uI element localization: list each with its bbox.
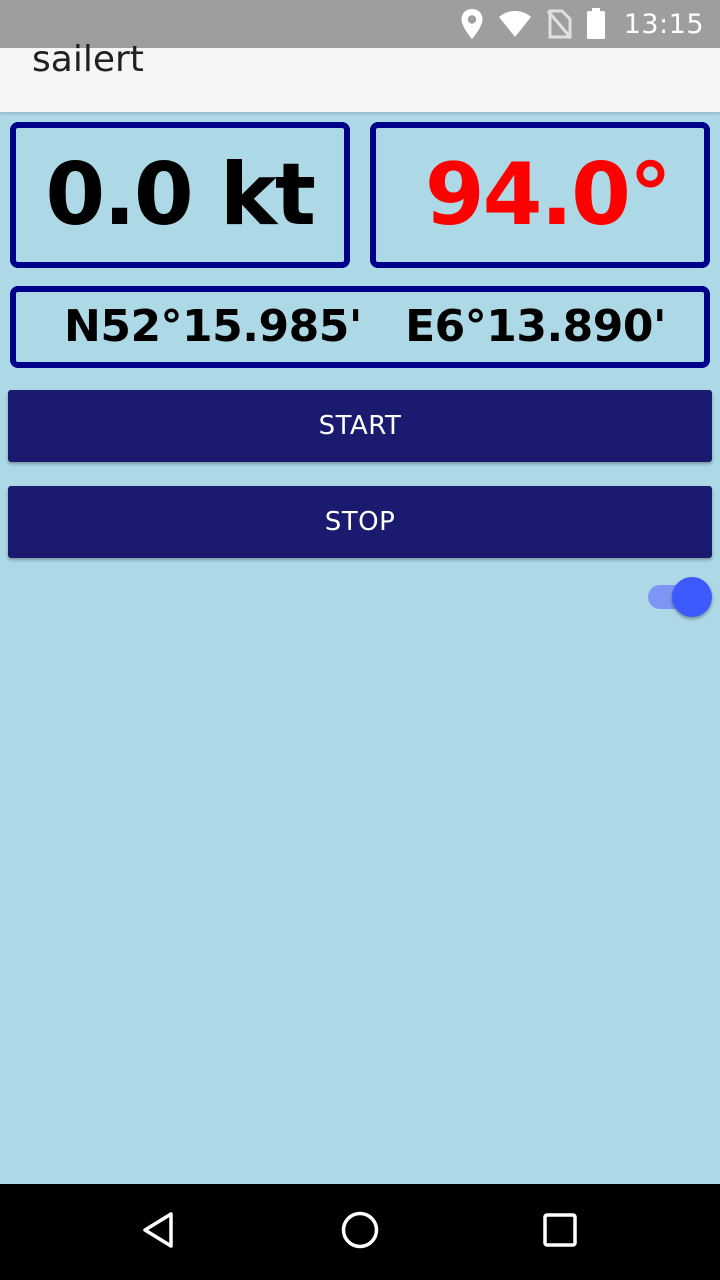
recents-button[interactable] bbox=[536, 1208, 584, 1256]
stop-button[interactable]: STOP bbox=[8, 486, 712, 558]
app-title: sailert bbox=[32, 39, 144, 80]
home-icon bbox=[340, 1210, 380, 1254]
status-icons: 13:15 bbox=[460, 0, 704, 48]
home-button[interactable] bbox=[336, 1208, 384, 1256]
speed-readout-box: 0.0 kt bbox=[10, 122, 350, 268]
toggle-thumb[interactable] bbox=[672, 577, 712, 617]
no-sim-icon bbox=[546, 9, 572, 39]
toggle-switch[interactable] bbox=[648, 577, 714, 617]
longitude-value: E6°13.890' bbox=[405, 301, 666, 352]
heading-value: 94.0° bbox=[424, 145, 672, 245]
start-button[interactable]: START bbox=[8, 390, 712, 462]
recents-icon bbox=[542, 1212, 578, 1252]
position-readout-box: N52°15.985' E6°13.890' bbox=[10, 286, 710, 368]
app-bar: sailert bbox=[0, 39, 720, 112]
back-icon bbox=[140, 1210, 180, 1254]
battery-icon bbox=[586, 8, 606, 40]
location-icon bbox=[460, 8, 484, 40]
heading-readout-box: 94.0° bbox=[370, 122, 710, 268]
navigation-bar bbox=[0, 1184, 720, 1280]
status-time: 13:15 bbox=[623, 8, 704, 40]
speed-value: 0.0 kt bbox=[45, 145, 316, 245]
back-button[interactable] bbox=[136, 1208, 184, 1256]
wifi-icon bbox=[498, 10, 532, 38]
latitude-value: N52°15.985' bbox=[64, 301, 362, 352]
